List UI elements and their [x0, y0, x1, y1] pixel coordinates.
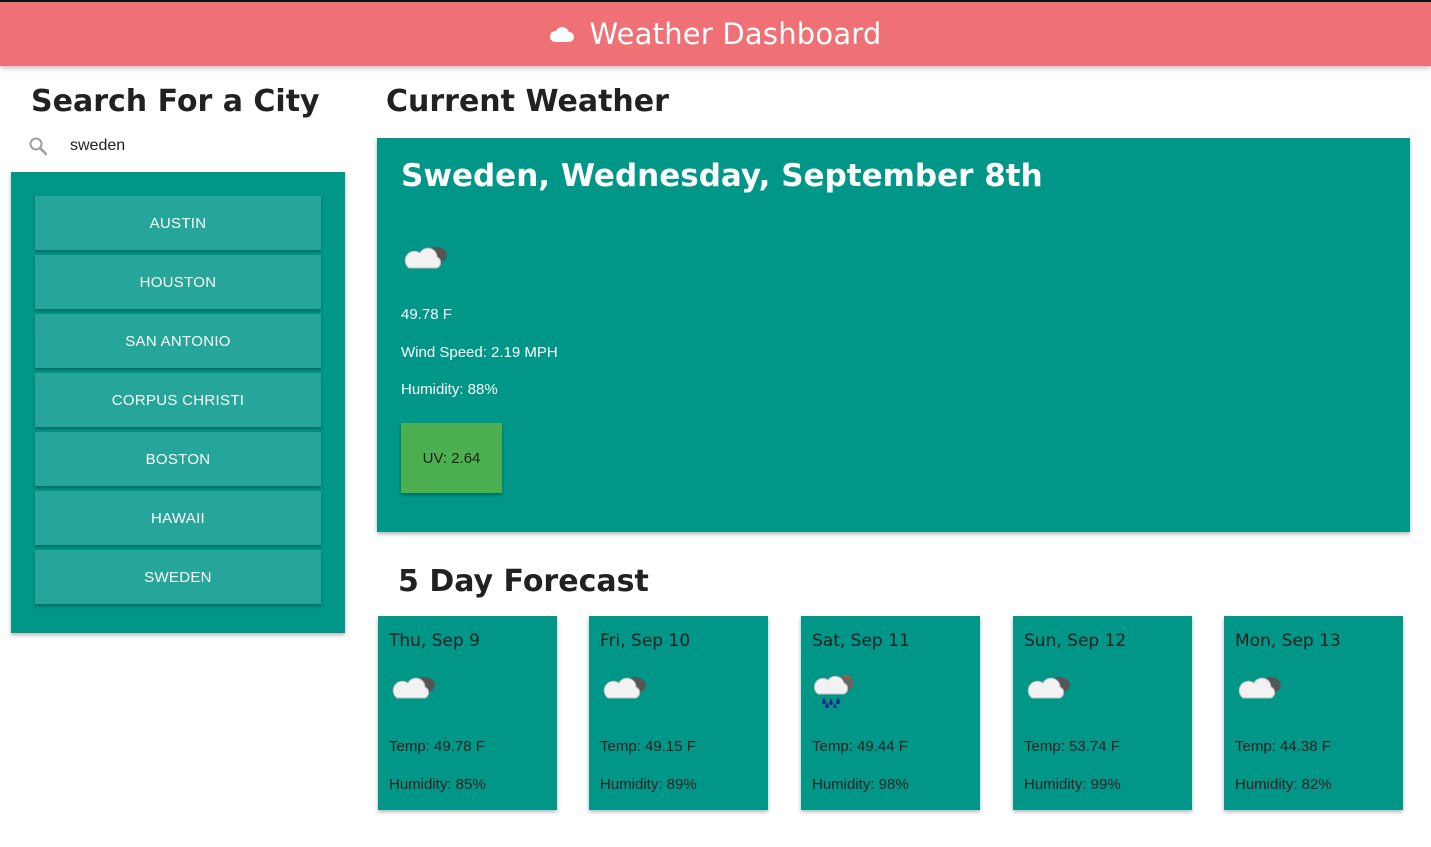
search-bar: [28, 134, 338, 158]
current-temp: 49.78 F: [401, 306, 452, 323]
cloud-icon: [549, 24, 575, 44]
forecast-humidity: Humidity: 89%: [600, 776, 697, 793]
city-button-boston[interactable]: BOSTON: [35, 432, 321, 486]
app-title: Weather Dashboard: [589, 17, 882, 51]
city-button-san-antonio[interactable]: SAN ANTONIO: [35, 314, 321, 368]
forecast-temp: Temp: 49.15 F: [600, 738, 696, 755]
city-list-panel: AUSTIN HOUSTON SAN ANTONIO CORPUS CHRIST…: [11, 172, 345, 633]
city-button-sweden[interactable]: SWEDEN: [35, 550, 321, 604]
forecast-card: Thu, Sep 9 Temp: 49.78 F Humidity: 85%: [378, 616, 557, 810]
rain-icon: [813, 668, 864, 710]
forecast-date: Mon, Sep 13: [1235, 631, 1341, 651]
forecast-card: Fri, Sep 10 Temp: 49.15 F Humidity: 89%: [589, 616, 768, 810]
search-icon[interactable]: [28, 136, 48, 156]
city-button-austin[interactable]: AUSTIN: [35, 196, 321, 250]
forecast-humidity: Humidity: 99%: [1024, 776, 1121, 793]
cloudy-icon: [1237, 668, 1287, 708]
city-button-houston[interactable]: HOUSTON: [35, 255, 321, 309]
forecast-temp: Temp: 49.44 F: [812, 738, 908, 755]
current-wind: Wind Speed: 2.19 MPH: [401, 344, 558, 361]
cloudy-icon: [602, 668, 652, 708]
search-input[interactable]: [70, 137, 320, 155]
forecast-date: Fri, Sep 10: [600, 631, 691, 651]
app-header: Weather Dashboard: [0, 0, 1431, 66]
current-humidity: Humidity: 88%: [401, 381, 498, 398]
forecast-temp: Temp: 53.74 F: [1024, 738, 1120, 755]
current-city-date: Sweden, Wednesday, September 8th: [401, 158, 1043, 194]
forecast-date: Sat, Sep 11: [812, 631, 910, 651]
uv-index-badge: UV: 2.64: [401, 423, 502, 493]
forecast-heading: 5 Day Forecast: [398, 564, 649, 599]
forecast-humidity: Humidity: 98%: [812, 776, 909, 793]
current-weather-card: Sweden, Wednesday, September 8th 49.78 F…: [377, 138, 1410, 532]
forecast-card: Mon, Sep 13 Temp: 44.38 F Humidity: 82%: [1224, 616, 1403, 810]
city-button-hawaii[interactable]: HAWAII: [35, 491, 321, 545]
search-heading: Search For a City: [31, 84, 320, 119]
city-button-corpus-christi[interactable]: CORPUS CHRISTI: [35, 373, 321, 427]
forecast-temp: Temp: 49.78 F: [389, 738, 485, 755]
forecast-humidity: Humidity: 82%: [1235, 776, 1332, 793]
cloudy-icon: [403, 238, 453, 278]
forecast-temp: Temp: 44.38 F: [1235, 738, 1331, 755]
forecast-card: Sat, Sep 11 Temp: 49.44 F Humidity: 98%: [801, 616, 980, 810]
current-weather-heading: Current Weather: [386, 84, 669, 119]
cloudy-icon: [1026, 668, 1076, 708]
forecast-date: Sun, Sep 12: [1024, 631, 1127, 651]
forecast-date: Thu, Sep 9: [389, 631, 481, 651]
forecast-card: Sun, Sep 12 Temp: 53.74 F Humidity: 99%: [1013, 616, 1192, 810]
cloudy-icon: [391, 668, 441, 708]
forecast-humidity: Humidity: 85%: [389, 776, 486, 793]
